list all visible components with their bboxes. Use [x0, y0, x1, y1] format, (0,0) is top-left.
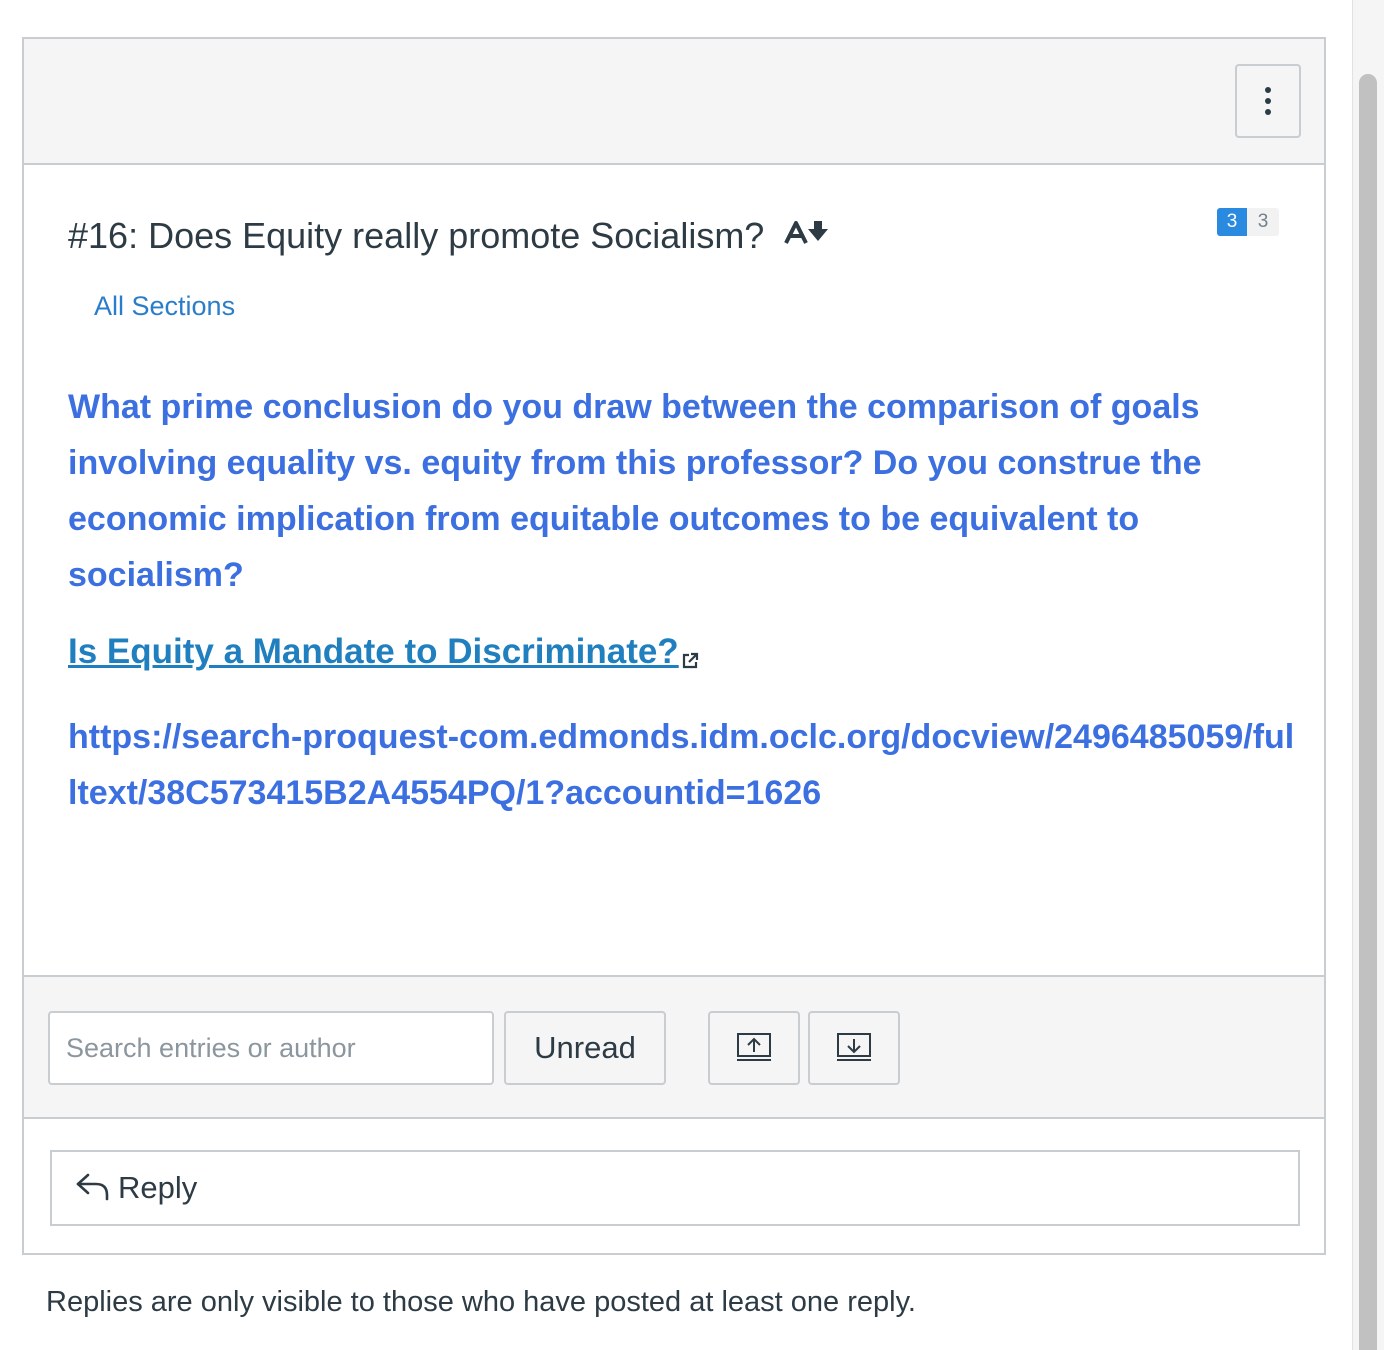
replies-visibility-notice: Replies are only visible to those who ha…	[46, 1286, 916, 1318]
unread-badge-group: 3 3	[1217, 208, 1279, 236]
expand-threads-button[interactable]	[808, 1011, 900, 1085]
unread-filter-button[interactable]: Unread	[504, 1011, 666, 1085]
sections-link[interactable]: All Sections	[94, 291, 235, 322]
reply-arrow-icon	[74, 1169, 110, 1208]
unread-count-badge: 3	[1217, 208, 1247, 236]
topic-message: What prime conclusion do you draw betwee…	[68, 388, 1202, 594]
collapse-threads-icon	[736, 1030, 772, 1067]
collapse-threads-button[interactable]	[708, 1011, 800, 1085]
discussion-topic: #16: Does Equity really promote Socialis…	[22, 37, 1326, 1255]
external-link-icon	[680, 651, 700, 676]
topic-header	[24, 39, 1324, 165]
reply-label: Reply	[118, 1170, 198, 1205]
topic-menu-button[interactable]	[1235, 64, 1301, 138]
discussion-toolbar: Unread	[24, 975, 1324, 1119]
reply-button[interactable]: Reply	[50, 1150, 1300, 1226]
text-size-icon	[784, 214, 830, 256]
total-count-badge: 3	[1247, 208, 1279, 236]
expand-threads-icon	[836, 1030, 872, 1067]
search-entries-input[interactable]	[48, 1011, 494, 1085]
article-link[interactable]: Is Equity a Mandate to Discriminate?	[68, 632, 679, 672]
topic-title-row: #16: Does Equity really promote Socialis…	[68, 215, 830, 257]
topic-title: #16: Does Equity really promote Socialis…	[68, 215, 765, 256]
article-url[interactable]: https://search-proquest-com.edmonds.idm.…	[68, 709, 1298, 821]
vertical-ellipsis-icon	[1265, 87, 1271, 93]
scrollbar-thumb[interactable]	[1359, 74, 1377, 1350]
